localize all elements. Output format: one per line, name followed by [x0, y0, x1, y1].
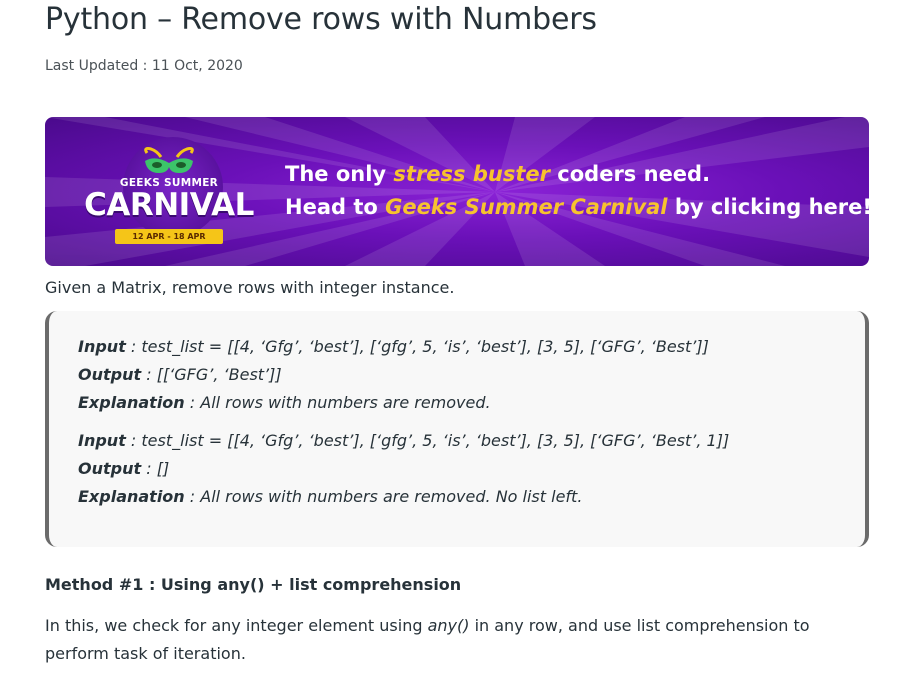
examples-box: Input : test_list = [[4, ‘Gfg’, ‘best’],…	[45, 311, 869, 547]
input-label: Input	[78, 337, 126, 356]
explanation-label: Explanation	[78, 487, 185, 506]
banner-line-1-highlight: stress buster	[393, 162, 550, 186]
carnival-logo: GEEKS SUMMER CARNIVAL 12 APR - 18 APR	[83, 135, 255, 250]
article-page: Python – Remove rows with Numbers Last U…	[0, 0, 913, 677]
intro-paragraph: Given a Matrix, remove rows with integer…	[45, 278, 455, 297]
input-label: Input	[78, 431, 126, 450]
page-title: Python – Remove rows with Numbers	[45, 2, 597, 37]
explanation-value: : All rows with numbers are removed.	[184, 393, 491, 412]
method-description: In this, we check for any integer elemen…	[45, 612, 869, 668]
output-value: : [[‘GFG’, ‘Best’]]	[141, 365, 282, 384]
banner-line-2: Head to Geeks Summer Carnival by clickin…	[285, 195, 869, 219]
example-1-explanation: Explanation : All rows with numbers are …	[78, 393, 491, 412]
method-description-pre: In this, we check for any integer elemen…	[45, 616, 428, 635]
output-label: Output	[78, 365, 142, 384]
example-2-output: Output : []	[78, 459, 169, 478]
inline-code-any: any()	[427, 616, 470, 635]
method-heading: Method #1 : Using any() + list comprehen…	[45, 575, 462, 594]
example-2-input: Input : test_list = [[4, ‘Gfg’, ‘best’],…	[78, 431, 729, 450]
example-1-input: Input : test_list = [[4, ‘Gfg’, ‘best’],…	[78, 337, 709, 356]
example-2-explanation: Explanation : All rows with numbers are …	[78, 487, 582, 506]
carnival-mask-icon	[144, 147, 194, 173]
banner-line-2-highlight: Geeks Summer Carnival	[385, 195, 668, 219]
last-updated-text: Last Updated : 11 Oct, 2020	[45, 58, 243, 74]
banner-line-2-pre: Head to	[285, 195, 386, 219]
input-value: : test_list = [[4, ‘Gfg’, ‘best’], [‘gfg…	[125, 337, 709, 356]
output-value: : []	[141, 459, 170, 478]
explanation-label: Explanation	[78, 393, 185, 412]
logo-dates-ribbon: 12 APR - 18 APR	[115, 229, 223, 244]
banner-line-1: The only stress buster coders need.	[285, 162, 710, 186]
summer-carnival-banner[interactable]: GEEKS SUMMER CARNIVAL 12 APR - 18 APR Th…	[45, 117, 869, 266]
example-1-output: Output : [[‘GFG’, ‘Best’]]	[78, 365, 282, 384]
input-value: : test_list = [[4, ‘Gfg’, ‘best’], [‘gfg…	[125, 431, 730, 450]
output-label: Output	[78, 459, 142, 478]
banner-line-1-pre: The only	[285, 162, 394, 186]
banner-line-1-post: coders need.	[549, 162, 711, 186]
explanation-value: : All rows with numbers are removed. No …	[184, 487, 583, 506]
banner-line-2-post: by clicking here!	[667, 195, 869, 219]
logo-title: CARNIVAL	[84, 187, 254, 223]
